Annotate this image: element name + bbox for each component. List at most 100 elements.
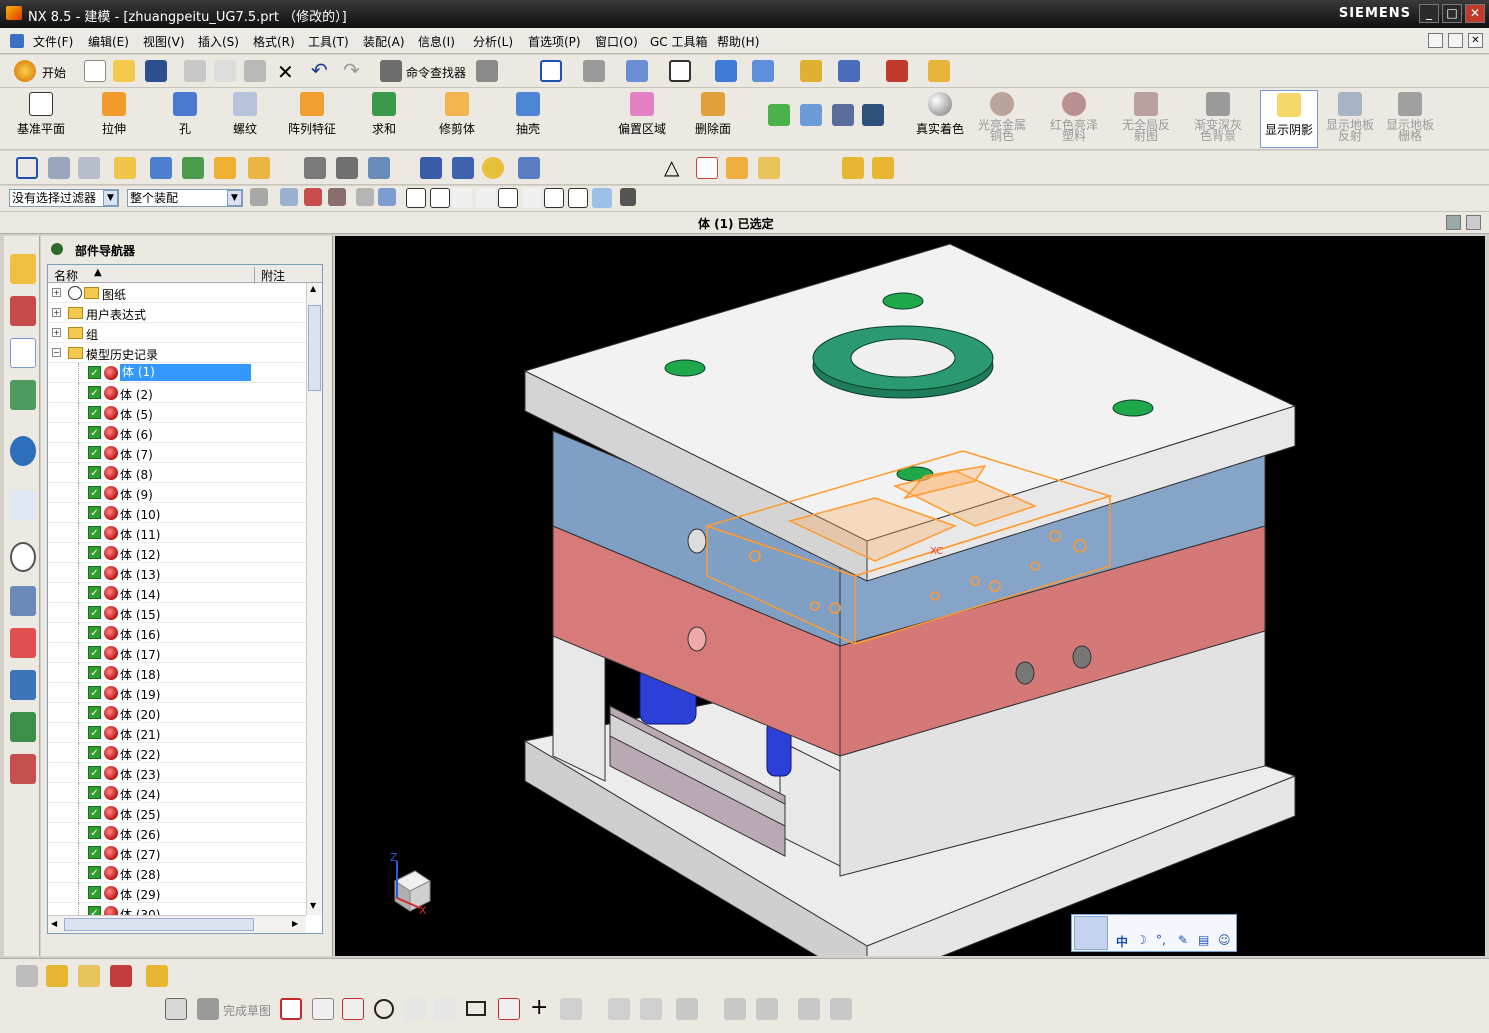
cut-icon[interactable] [184,60,206,82]
redo-icon[interactable]: ↷ [343,58,360,82]
rectangle-icon[interactable] [466,1001,486,1016]
edge-icon-3[interactable] [368,157,390,179]
scroll-up-icon[interactable]: ▲ [310,284,316,293]
menu-file[interactable]: 文件(F) [33,33,73,50]
tree-body-row[interactable]: ✓ 体 (22) [48,743,306,763]
history-tab-icon[interactable] [10,542,36,572]
circle-icon[interactable] [374,999,394,1019]
graphics-viewport[interactable]: XC Z X 中 ☽ °, ✎ ▤ ☺ [335,236,1485,956]
tree-body-row[interactable]: ✓ 体 (8) [48,463,306,483]
visibility-checkbox[interactable]: ✓ [88,626,101,639]
scroll-left-icon[interactable]: ◀ [51,919,57,928]
unite-button[interactable]: 求和 [362,90,406,148]
intersection-icon[interactable] [476,188,496,208]
snap-icon-3[interactable] [304,188,322,206]
trim-icon[interactable] [608,998,630,1020]
maximize-button[interactable]: □ [1442,4,1462,23]
visibility-checkbox[interactable]: ✓ [88,806,101,819]
ime-punct-icon[interactable]: °, [1156,933,1166,947]
assembly-bottom-icon-4[interactable] [110,965,132,987]
midpoint-icon[interactable] [430,188,450,208]
manufacturing-tab-icon[interactable] [10,670,36,700]
tree-body-row[interactable]: ✓ 体 (7) [48,443,306,463]
chamfer-icon[interactable] [434,998,456,1020]
tree-body-row[interactable]: ✓ 体 (2) [48,383,306,403]
tree-body-row[interactable]: ✓ 体 (19) [48,683,306,703]
app-menu-icon[interactable] [10,34,24,48]
undo-icon[interactable]: ↶ [311,58,328,82]
tree-body-row[interactable]: ✓ 体 (9) [48,483,306,503]
ime-smile-icon[interactable]: ☺ [1218,933,1231,947]
edge-icon-2[interactable] [336,157,358,179]
constraint-icon-5[interactable] [830,998,852,1020]
reuse-library-tab-icon[interactable] [10,380,36,410]
tree-body-row[interactable]: ✓ 体 (18) [48,663,306,683]
palette-tab-icon[interactable] [10,754,36,784]
ruler-icon[interactable] [928,60,950,82]
layer-visible-icon[interactable] [78,157,100,179]
finish-sketch-icon[interactable] [197,998,219,1020]
analysis-icon-3[interactable] [862,104,884,126]
tree-folder-row[interactable]: + 组 [48,323,306,343]
ime-keyboard-icon[interactable]: ▤ [1198,933,1209,947]
menu-edit[interactable]: 编辑(E) [88,33,129,50]
point-icon[interactable] [544,188,564,208]
tree-body-row[interactable]: ✓ 体 (12) [48,543,306,563]
gears-icon-2[interactable] [872,157,894,179]
expand-icon[interactable]: + [52,328,61,337]
visibility-checkbox[interactable]: ✓ [88,466,101,479]
tree-body-row[interactable]: ✓ 体 (13) [48,563,306,583]
part-navigator-tab-icon[interactable] [10,338,36,368]
menu-window[interactable]: 窗口(O) [595,33,638,50]
thread-button[interactable]: 螺纹 [222,90,268,148]
tree-body-row[interactable]: ✓ 体 (25) [48,803,306,823]
snap-icon-2[interactable] [280,188,298,206]
constraint-icon-2[interactable] [724,998,746,1020]
menu-insert[interactable]: 插入(S) [198,33,239,50]
tree-body-row[interactable]: ✓ 体 (23) [48,763,306,783]
constraint-icon-4[interactable] [798,998,820,1020]
assembly-bottom-icon-3[interactable] [78,965,100,987]
process-studio-tab-icon[interactable] [10,628,36,658]
shell-button[interactable]: 抽壳 [508,90,548,148]
settings-icon[interactable] [620,188,636,206]
tree-body-row[interactable]: ✓ 体 (21) [48,723,306,743]
chevron-down-icon[interactable]: ▼ [103,190,118,206]
menu-view[interactable]: 视图(V) [143,33,185,50]
visibility-checkbox[interactable]: ✓ [88,766,101,779]
snap-view-icon[interactable] [838,60,860,82]
doc-close-button[interactable]: ✕ [1468,33,1483,48]
visibility-checkbox[interactable]: ✓ [88,606,101,619]
tree-body-row[interactable]: ✓ 体 (29) [48,883,306,903]
snap-icon-6[interactable] [378,188,396,206]
visibility-checkbox[interactable]: ✓ [88,506,101,519]
endpoint-icon[interactable] [406,188,426,208]
tree-body-row[interactable]: ✓ 体 (15) [48,603,306,623]
extrude-button[interactable]: 拉伸 [86,90,142,148]
menu-analysis[interactable]: 分析(L) [473,33,513,50]
fit-view-icon[interactable] [540,60,562,82]
visibility-checkbox[interactable]: ✓ [88,566,101,579]
assembly-icon-1[interactable] [150,157,172,179]
offset-curve-icon[interactable] [560,998,582,1020]
doc-restore-button[interactable] [1448,33,1463,48]
start-icon[interactable] [14,60,36,82]
gray-background-button[interactable]: 渐变深灰 色背景 [1190,90,1246,148]
analysis-icon-1[interactable] [800,104,822,126]
gears-icon-1[interactable] [842,157,864,179]
expand-icon[interactable]: + [52,288,61,297]
parts-icon[interactable] [758,157,780,179]
true-shading-button[interactable]: 真实着色 [912,90,968,148]
status-icon-2[interactable] [1466,215,1481,230]
tree-body-row[interactable]: ✓ 体 (26) [48,823,306,843]
tree-body-row[interactable]: ✓ 体 (17) [48,643,306,663]
spring-icon[interactable] [452,157,474,179]
visibility-checkbox[interactable]: ✓ [88,746,101,759]
column-note-header[interactable]: 附注 [254,267,285,284]
finish-sketch-button[interactable]: 完成草图 [223,1002,271,1019]
fit-icon[interactable] [16,157,38,179]
line-icon[interactable] [312,998,334,1020]
check-icon[interactable] [768,104,790,126]
tree-body-row[interactable]: ✓ 体 (14) [48,583,306,603]
tree-folder-row[interactable]: + 图纸 [48,283,306,303]
